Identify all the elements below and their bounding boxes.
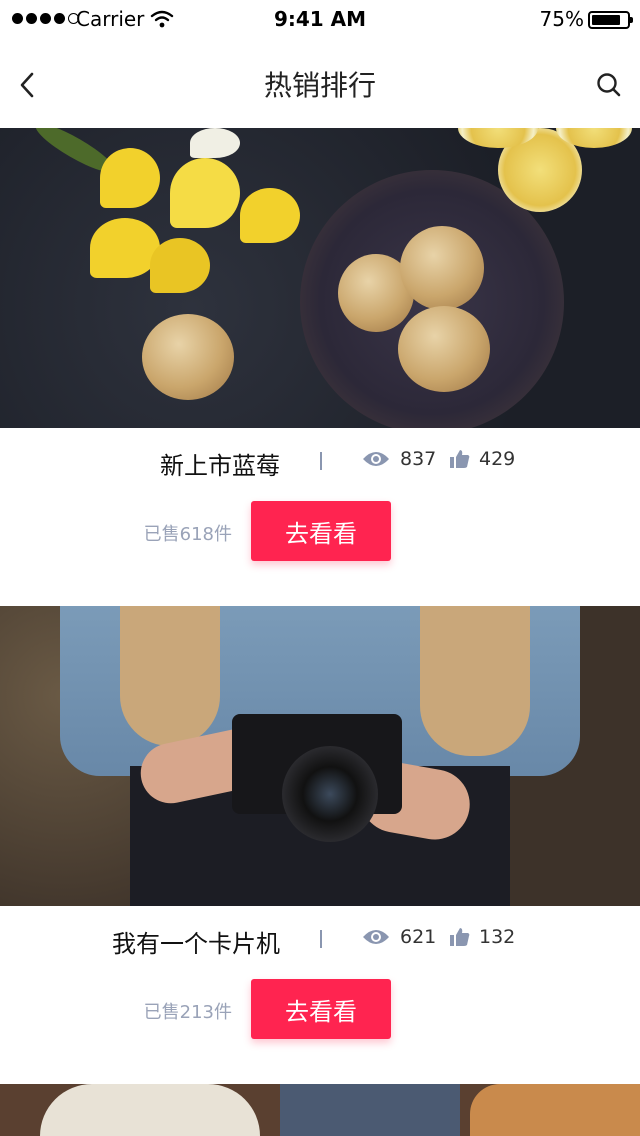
battery-percentage: 75% xyxy=(539,7,584,31)
page-title: 热销排行 xyxy=(263,69,376,102)
nav-bar: 热销排行 xyxy=(0,40,640,128)
like-count-value: 132 xyxy=(479,926,516,948)
product-info: 新上市蓝莓 837 429 已售618件 去看看 xyxy=(0,428,640,606)
product-card xyxy=(0,1084,640,1136)
product-name[interactable]: 新上市蓝莓 xyxy=(160,446,280,481)
view-count: 837 xyxy=(362,448,436,470)
divider xyxy=(320,930,322,948)
sold-count: 已售213件 xyxy=(143,1002,232,1023)
product-info: 我有一个卡片机 621 132 已售213件 去看看 xyxy=(0,906,640,1084)
search-icon xyxy=(597,73,621,97)
product-image[interactable] xyxy=(0,128,640,428)
thumbs-up-icon xyxy=(450,450,470,468)
like-count[interactable]: 132 xyxy=(449,926,515,948)
product-card: 我有一个卡片机 621 132 已售213件 去看看 xyxy=(0,606,640,1084)
product-image[interactable] xyxy=(0,1084,640,1136)
divider xyxy=(320,452,322,470)
search-button[interactable] xyxy=(592,68,626,102)
product-card: 新上市蓝莓 837 429 已售618件 去看看 xyxy=(0,128,640,606)
go-see-button[interactable]: 去看看 xyxy=(251,979,391,1039)
view-count-value: 621 xyxy=(400,926,437,948)
sold-count: 已售618件 xyxy=(143,524,232,545)
view-count: 621 xyxy=(362,926,436,948)
thumbs-up-icon xyxy=(450,928,470,946)
view-count-value: 837 xyxy=(400,448,437,470)
battery-icon xyxy=(588,11,633,29)
like-count-value: 429 xyxy=(479,448,516,470)
eye-icon xyxy=(363,452,389,466)
status-bar: Carrier 9:41 AM 75% xyxy=(0,0,640,40)
product-name[interactable]: 我有一个卡片机 xyxy=(112,924,280,959)
product-image[interactable] xyxy=(0,606,640,906)
go-see-button[interactable]: 去看看 xyxy=(251,501,391,561)
eye-icon xyxy=(363,930,389,944)
like-count[interactable]: 429 xyxy=(449,448,515,470)
